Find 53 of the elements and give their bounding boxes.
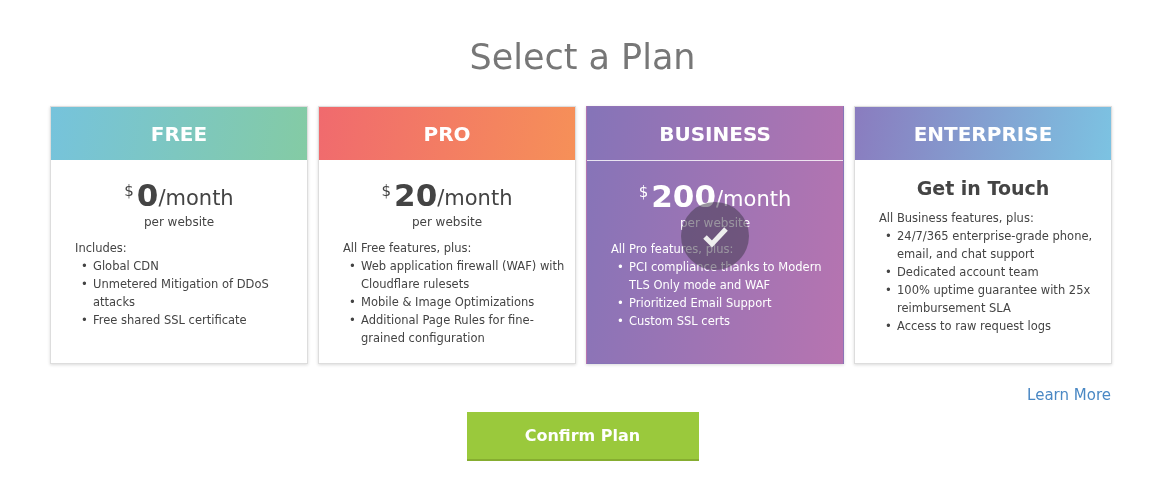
feature-item: Access to raw request logs bbox=[897, 318, 1052, 335]
price-amount: 20 bbox=[394, 178, 438, 212]
features-intro: All Pro features, plus: bbox=[611, 241, 735, 258]
plan-card[interactable] bbox=[854, 106, 1112, 364]
bullet: • bbox=[349, 294, 357, 311]
bullet: • bbox=[885, 318, 893, 335]
currency-sign: $ bbox=[381, 182, 392, 200]
feature-item: Dedicated account team bbox=[897, 264, 1040, 281]
price-period: /month bbox=[437, 186, 513, 212]
bullet: • bbox=[617, 313, 625, 330]
plan-name: PRO bbox=[423, 121, 471, 146]
plan-card[interactable]: BUSINESS $200/month per website All Pro features, plus: • PCI compliance thanks to Modern TLS Only mode and WAF • Prioritized Email Support • Custom SSL certs bbox=[586, 106, 844, 364]
feature-item: Additional Page Rules for fine-grained configuration bbox=[361, 312, 535, 347]
features-intro: All Free features, plus: bbox=[343, 240, 473, 257]
bullet: • bbox=[885, 228, 893, 245]
features-intro: Includes: bbox=[75, 240, 128, 257]
features-intro: All Business features, plus: bbox=[879, 210, 1035, 227]
plan-name: BUSINESS bbox=[659, 121, 771, 146]
contact-heading: Get in Touch bbox=[915, 177, 1051, 201]
bullet: • bbox=[349, 258, 357, 275]
page-title: Select a Plan bbox=[468, 36, 697, 79]
bullet: • bbox=[81, 312, 89, 329]
price-unit: per website bbox=[678, 216, 752, 230]
bullet: • bbox=[81, 258, 89, 275]
feature-item: 100% uptime guarantee with 25x reimbursement SLA bbox=[897, 282, 1092, 317]
currency-sign: $ bbox=[638, 183, 649, 201]
feature-item: Prioritized Email Support bbox=[629, 295, 773, 312]
feature-item: Custom SSL certs bbox=[629, 313, 731, 330]
learn-more-link[interactable]: Learn More bbox=[1027, 386, 1111, 404]
plan-name: FREE bbox=[150, 121, 208, 146]
price-unit: per website bbox=[142, 215, 216, 229]
bullet: • bbox=[617, 295, 625, 312]
price-amount: 200 bbox=[651, 179, 716, 213]
price-period: /month bbox=[158, 186, 234, 212]
feature-item: Web application firewall (WAF) with Cloudflare rulesets bbox=[361, 258, 566, 293]
price-period: /month bbox=[716, 187, 792, 213]
currency-sign: $ bbox=[124, 182, 134, 200]
feature-item: 24/7/365 enterprise-grade phone, email, and chat support bbox=[897, 228, 1094, 263]
plan-card[interactable]: PRO $20/month per website All Free features, plus: • Web application firewall (WAF) with Cloudflare rulesets • Mobile & Image Optimizations • Additional Page Rules for fine-grained configuration bbox=[318, 106, 576, 364]
feature-item: Global CDN bbox=[93, 258, 160, 275]
bullet: • bbox=[617, 259, 625, 276]
plan-name: ENTERPRISE bbox=[913, 121, 1053, 146]
plan-card[interactable]: FREE $0/month per website Includes: • Global CDN • Unmetered Mitigation of DDoS attacks • Free shared SSL certificate bbox=[50, 106, 308, 364]
bullet: • bbox=[885, 264, 893, 281]
feature-item: Unmetered Mitigation of DDoS attacks bbox=[93, 276, 270, 311]
price-amount: 0 bbox=[136, 178, 159, 212]
bullet: • bbox=[81, 276, 89, 293]
feature-item: Mobile & Image Optimizations bbox=[361, 294, 536, 311]
price-unit: per website bbox=[410, 215, 484, 229]
feature-item: Free shared SSL certificate bbox=[93, 312, 248, 329]
bullet: • bbox=[885, 282, 893, 299]
feature-item: PCI compliance thanks to Modern TLS Only mode and WAF bbox=[629, 259, 823, 294]
bullet: • bbox=[349, 312, 357, 329]
